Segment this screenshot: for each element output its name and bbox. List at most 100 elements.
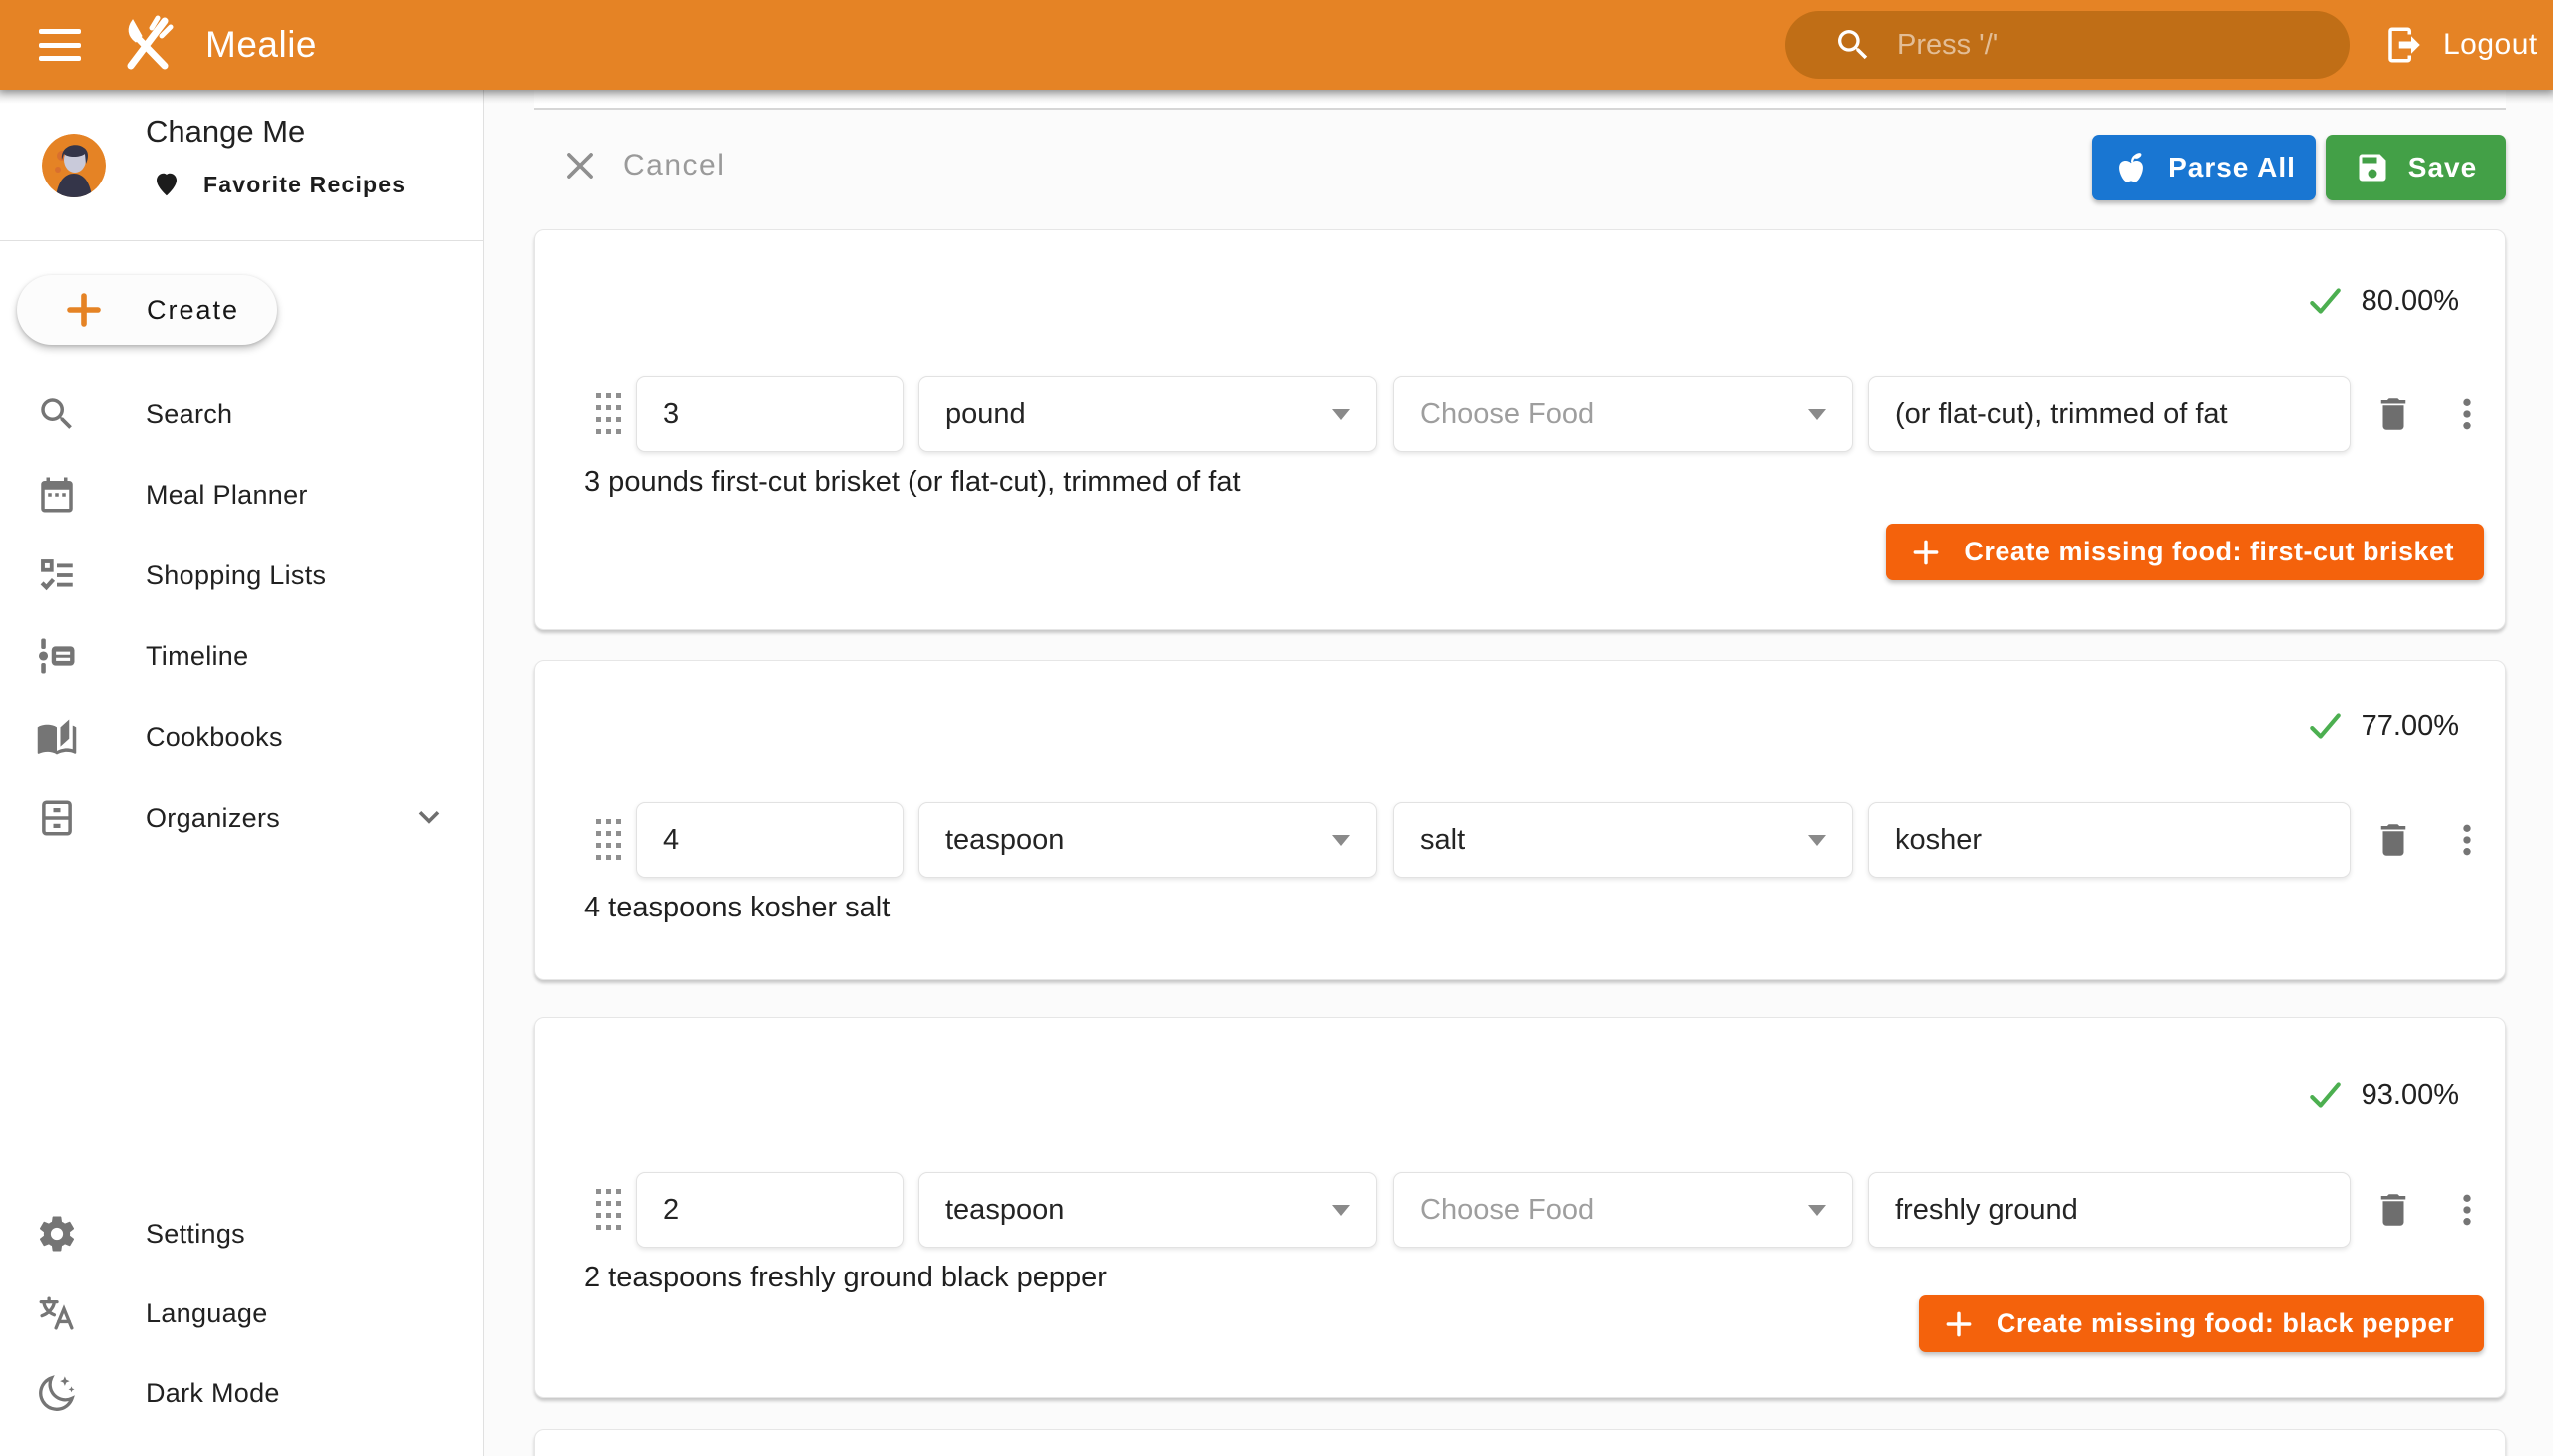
mealie-app: Mealie Logout xyxy=(0,0,2553,1456)
chevron-down-icon xyxy=(1808,409,1826,420)
quantity-input[interactable] xyxy=(636,802,904,878)
sidebar-item-label: Meal Planner xyxy=(146,480,308,511)
logout-icon xyxy=(2383,24,2425,66)
chevron-down-icon xyxy=(1808,1205,1826,1216)
logout-button[interactable]: Logout xyxy=(2371,11,2550,79)
more-options-button[interactable] xyxy=(2441,814,2493,866)
note-input[interactable] xyxy=(1868,376,2351,452)
translate-icon xyxy=(36,1292,78,1334)
confidence-value: 77.00% xyxy=(2362,710,2459,743)
chevron-down-icon xyxy=(411,798,447,839)
sidebar-item-dark-mode[interactable]: Dark Mode xyxy=(0,1353,484,1433)
sidebar: Change Me Favorite Recipes Create Search xyxy=(0,90,484,1456)
delete-button[interactable] xyxy=(2368,388,2419,440)
menu-button[interactable] xyxy=(32,17,88,73)
confidence-badge: 93.00% xyxy=(2306,1076,2459,1114)
avatar xyxy=(42,134,106,197)
quantity-input[interactable] xyxy=(636,1172,904,1248)
sidebar-divider xyxy=(0,240,483,241)
check-icon xyxy=(2306,1076,2344,1114)
sidebar-item-label: Organizers xyxy=(146,803,280,834)
note-input[interactable] xyxy=(1868,1172,2351,1248)
sidebar-item-organizers[interactable]: Organizers xyxy=(0,778,484,858)
ingredient-card: 93.00% teaspoon Choose Food xyxy=(534,1017,2506,1398)
sidebar-item-meal-planner[interactable]: Meal Planner xyxy=(0,455,484,535)
logout-label: Logout xyxy=(2443,28,2538,62)
create-button[interactable]: Create xyxy=(17,275,277,345)
user-name: Change Me xyxy=(146,114,305,150)
create-missing-food-button[interactable]: Create missing food: black pepper xyxy=(1919,1295,2484,1352)
drag-handle-icon[interactable] xyxy=(596,1187,622,1233)
check-icon xyxy=(2306,282,2344,320)
sidebar-item-label: Timeline xyxy=(146,641,248,672)
create-missing-food-button[interactable]: Create missing food: first-cut brisket xyxy=(1886,524,2484,580)
sidebar-item-timeline[interactable]: Timeline xyxy=(0,616,484,696)
kebab-icon xyxy=(2447,820,2487,860)
sidebar-item-label: Shopping Lists xyxy=(146,560,326,591)
more-options-button[interactable] xyxy=(2441,1184,2493,1236)
kebab-icon xyxy=(2447,1190,2487,1230)
moon-icon xyxy=(36,1372,78,1414)
food-select[interactable]: Choose Food xyxy=(1393,376,1853,452)
parse-all-button[interactable]: Parse All xyxy=(2092,135,2316,200)
plus-icon xyxy=(1910,537,1942,568)
quantity-input[interactable] xyxy=(636,376,904,452)
sidebar-item-label: Settings xyxy=(146,1219,245,1250)
cancel-label: Cancel xyxy=(623,149,725,182)
sidebar-item-settings[interactable]: Settings xyxy=(0,1194,484,1274)
confidence-badge: 77.00% xyxy=(2306,707,2459,745)
favorites-link[interactable]: Favorite Recipes xyxy=(152,170,406,199)
confidence-value: 93.00% xyxy=(2362,1079,2459,1112)
chevron-down-icon xyxy=(1808,835,1826,846)
hamburger-icon xyxy=(39,29,81,61)
drag-handle-icon[interactable] xyxy=(596,817,622,863)
book-open-icon xyxy=(36,716,78,758)
save-label: Save xyxy=(2408,152,2477,183)
save-icon xyxy=(2355,150,2390,185)
scrolled-card-edge xyxy=(534,90,2506,110)
check-icon xyxy=(2306,707,2344,745)
sidebar-item-cookbooks[interactable]: Cookbooks xyxy=(0,697,484,777)
search-icon xyxy=(1833,25,1873,65)
apple-icon xyxy=(2112,149,2150,186)
sidebar-item-language[interactable]: Language xyxy=(0,1274,484,1353)
sidebar-item-label: Dark Mode xyxy=(146,1378,280,1409)
parse-all-label: Parse All xyxy=(2168,152,2296,183)
sidebar-item-label: Language xyxy=(146,1298,268,1329)
calendar-icon xyxy=(36,474,78,516)
chevron-down-icon xyxy=(1332,835,1350,846)
drag-handle-icon[interactable] xyxy=(596,391,622,437)
ingredient-card-partial xyxy=(534,1429,2506,1456)
cabinet-icon xyxy=(36,797,78,839)
user-card: Change Me Favorite Recipes xyxy=(0,90,483,240)
app-bar: Mealie Logout xyxy=(0,0,2553,90)
fork-knife-logo-icon xyxy=(116,12,180,76)
food-select[interactable]: Choose Food xyxy=(1393,1172,1853,1248)
ingredient-card: 80.00% pound Choose Food xyxy=(534,229,2506,630)
gear-icon xyxy=(36,1213,78,1255)
search-input[interactable] xyxy=(1897,29,2276,62)
checklist-icon xyxy=(36,554,78,596)
sidebar-item-shopping-lists[interactable]: Shopping Lists xyxy=(0,536,484,615)
food-select[interactable]: salt xyxy=(1393,802,1853,878)
original-text: 3 pounds first-cut brisket (or flat-cut)… xyxy=(584,466,1241,499)
save-button[interactable]: Save xyxy=(2326,135,2506,200)
sidebar-item-search[interactable]: Search xyxy=(0,374,484,454)
confidence-badge: 80.00% xyxy=(2306,282,2459,320)
unit-select[interactable]: teaspoon xyxy=(918,1172,1377,1248)
delete-button[interactable] xyxy=(2368,1184,2419,1236)
note-input[interactable] xyxy=(1868,802,2351,878)
trash-icon xyxy=(2372,819,2414,861)
more-options-button[interactable] xyxy=(2441,388,2493,440)
global-search[interactable] xyxy=(1785,11,2350,79)
delete-button[interactable] xyxy=(2368,814,2419,866)
original-text: 2 teaspoons freshly ground black pepper xyxy=(584,1262,1107,1294)
ingredient-card: 77.00% teaspoon salt xyxy=(534,660,2506,980)
original-text: 4 teaspoons kosher salt xyxy=(584,892,890,924)
unit-select[interactable]: teaspoon xyxy=(918,802,1377,878)
sidebar-item-label: Cookbooks xyxy=(146,722,283,753)
plus-icon xyxy=(1943,1308,1975,1340)
cancel-button[interactable]: Cancel xyxy=(546,134,741,197)
unit-select[interactable]: pound xyxy=(918,376,1377,452)
sidebar-item-label: Search xyxy=(146,399,232,430)
